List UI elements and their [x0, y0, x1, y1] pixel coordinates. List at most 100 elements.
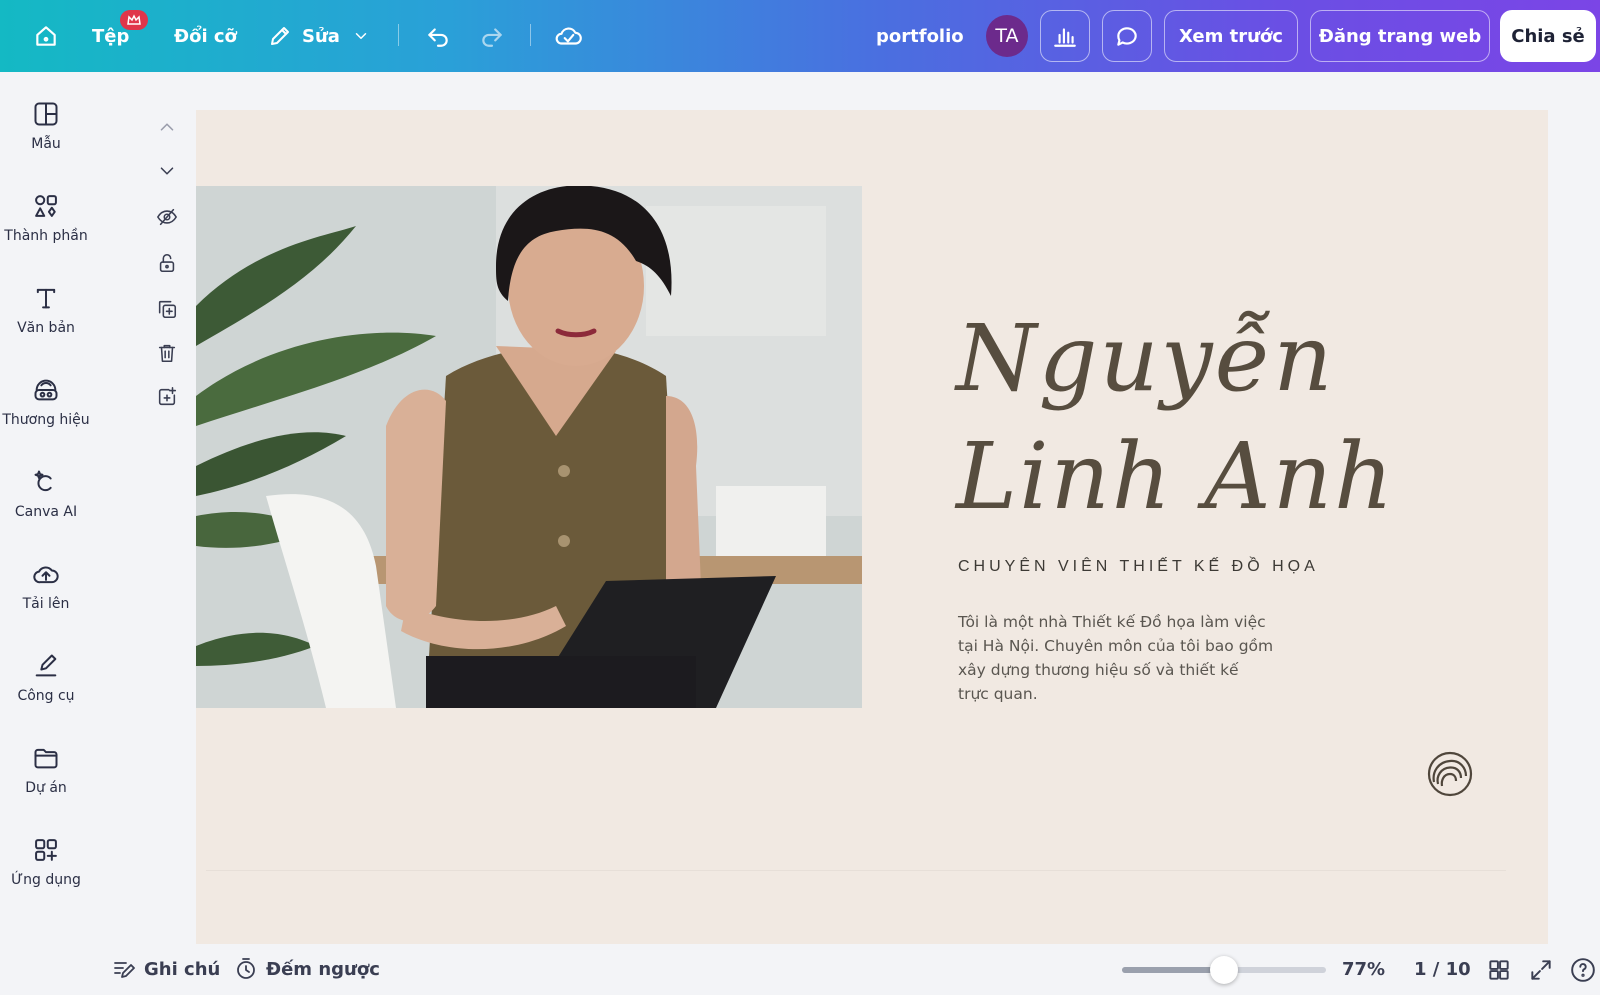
apps-icon — [35, 839, 57, 861]
preview-button[interactable]: Xem trước — [1164, 10, 1298, 62]
notes-button[interactable]: Ghi chú — [112, 957, 220, 981]
portrait-illustration — [196, 186, 862, 708]
help-icon — [1571, 958, 1595, 982]
sidebar-item-text[interactable]: Văn bản — [0, 284, 92, 364]
timer-button[interactable]: Đếm ngược — [234, 957, 380, 981]
hide-page-button[interactable] — [150, 200, 184, 234]
unlock-icon — [159, 253, 175, 273]
sidebar-item-label: Canva AI — [14, 504, 78, 520]
comments-button[interactable] — [1102, 10, 1152, 62]
chevron-down-icon — [160, 167, 174, 175]
trash-icon — [158, 344, 176, 363]
canvas-divider — [206, 870, 1506, 871]
brand-icon — [34, 379, 58, 401]
grid-view-button[interactable] — [1486, 957, 1512, 983]
bio-line: xây dựng thương hiệu số và thiết kế — [958, 661, 1239, 679]
comment-icon — [1117, 27, 1137, 46]
share-button[interactable]: Chia sẻ — [1500, 10, 1596, 62]
edit-mode-label: Sửa — [302, 25, 340, 47]
spiral-logo-icon[interactable] — [1426, 750, 1474, 798]
eye-off-icon — [157, 208, 177, 226]
move-page-up-button[interactable] — [150, 110, 184, 144]
sidebar-item-canva-ai[interactable]: Canva AI — [0, 468, 92, 548]
sidebar-item-label: Tải lên — [22, 596, 70, 612]
sidebar-item-projects[interactable]: Dự án — [0, 744, 92, 824]
duplicate-icon — [158, 300, 177, 319]
home-button[interactable] — [28, 18, 64, 54]
share-label: Chia sẻ — [1511, 25, 1585, 47]
fullscreen-button[interactable] — [1528, 957, 1554, 983]
cloud-check-icon — [555, 27, 582, 45]
notes-label: Ghi chú — [144, 958, 221, 980]
grid-view-icon — [1489, 960, 1509, 980]
notification-badge — [120, 10, 148, 30]
left-sidebar: Mẫu Thành phần Văn bản Thương hiệu Canva… — [0, 72, 92, 995]
sidebar-item-label: Thương hiệu — [2, 412, 90, 428]
cloud-upload-icon — [33, 566, 59, 584]
add-page-button[interactable] — [150, 380, 184, 414]
expand-icon — [1531, 960, 1551, 980]
edit-mode-dropdown[interactable]: Sửa — [268, 18, 370, 54]
avatar[interactable]: TA — [986, 15, 1028, 57]
undo-icon — [428, 28, 448, 47]
redo-icon — [482, 28, 502, 47]
name-line-1: Nguyễn — [956, 305, 1335, 412]
zoom-slider[interactable] — [1122, 956, 1326, 984]
portfolio-name[interactable]: Nguyễn Linh Anh — [956, 300, 1395, 536]
toolbar-divider — [398, 24, 399, 46]
sidebar-item-brand[interactable]: Thương hiệu — [0, 376, 92, 456]
sidebar-item-label: Văn bản — [17, 320, 75, 336]
move-page-down-button[interactable] — [150, 154, 184, 188]
redo-button[interactable] — [476, 20, 508, 52]
resize-label: Đổi cỡ — [174, 25, 237, 47]
portrait-photo[interactable] — [196, 186, 862, 708]
save-status-button[interactable] — [552, 20, 586, 52]
sidebar-item-label: Dự án — [25, 780, 67, 796]
document-title[interactable]: portfolio — [876, 20, 964, 52]
timer-icon — [237, 958, 255, 979]
draw-tool-icon — [35, 654, 57, 677]
publish-website-button[interactable]: Đăng trang web — [1310, 10, 1490, 62]
design-canvas[interactable]: Nguyễn Linh Anh CHUYÊN VIÊN THIẾT KẾ ĐỒ … — [196, 110, 1548, 944]
page-indicator[interactable]: 1 / 10 — [1414, 959, 1471, 980]
text-icon — [36, 288, 56, 309]
sidebar-item-apps[interactable]: Ứng dụng — [0, 836, 92, 916]
chevron-down-icon — [355, 33, 367, 39]
preview-label: Xem trước — [1179, 25, 1283, 47]
sidebar-item-label: Ứng dụng — [11, 872, 81, 888]
avatar-initials: TA — [995, 25, 1019, 47]
lock-page-button[interactable] — [150, 246, 184, 280]
bar-chart-icon — [1054, 28, 1076, 47]
resize-button[interactable]: Đổi cỡ — [174, 20, 237, 52]
zoom-level[interactable]: 77% — [1342, 959, 1385, 980]
notes-icon — [114, 962, 135, 978]
sidebar-item-label: Công cụ — [17, 688, 75, 704]
bottom-bar: Ghi chú Đếm ngược 77% 1 / 10 — [0, 945, 1600, 995]
pencil-icon — [271, 27, 289, 45]
timer-label: Đếm ngược — [266, 958, 380, 980]
file-menu-label: Tệp — [92, 25, 130, 47]
job-title[interactable]: CHUYÊN VIÊN THIẾT KẾ ĐỒ HỌA — [958, 558, 1319, 576]
sidebar-item-tools[interactable]: Công cụ — [0, 652, 92, 732]
canva-ai-icon — [34, 470, 52, 492]
bio-text[interactable]: Tôi là một nhà Thiết kế Đồ họa làm việc … — [958, 610, 1318, 706]
home-icon — [36, 26, 56, 46]
zoom-slider-handle[interactable] — [1210, 956, 1238, 984]
sidebar-item-uploads[interactable]: Tải lên — [0, 560, 92, 640]
bio-line: tại Hà Nội. Chuyên môn của tôi bao gồm — [958, 637, 1274, 655]
sidebar-item-elements[interactable]: Thành phần — [0, 192, 92, 272]
help-button[interactable] — [1570, 957, 1596, 983]
folder-icon — [34, 748, 58, 769]
name-line-2: Linh Anh — [956, 423, 1396, 530]
top-toolbar: Tệp Đổi cỡ Sửa portfolio TA Xem trước Đă… — [0, 0, 1600, 72]
crown-icon — [127, 14, 141, 25]
publish-website-label: Đăng trang web — [1318, 25, 1482, 47]
insights-button[interactable] — [1040, 10, 1090, 62]
sidebar-item-templates[interactable]: Mẫu — [0, 100, 92, 180]
bio-line: Tôi là một nhà Thiết kế Đồ họa làm việc — [958, 613, 1266, 631]
duplicate-page-button[interactable] — [150, 292, 184, 326]
delete-page-button[interactable] — [150, 336, 184, 370]
zoom-slider-fill — [1122, 967, 1224, 973]
sidebar-item-label: Mẫu — [31, 136, 61, 152]
undo-button[interactable] — [422, 20, 454, 52]
